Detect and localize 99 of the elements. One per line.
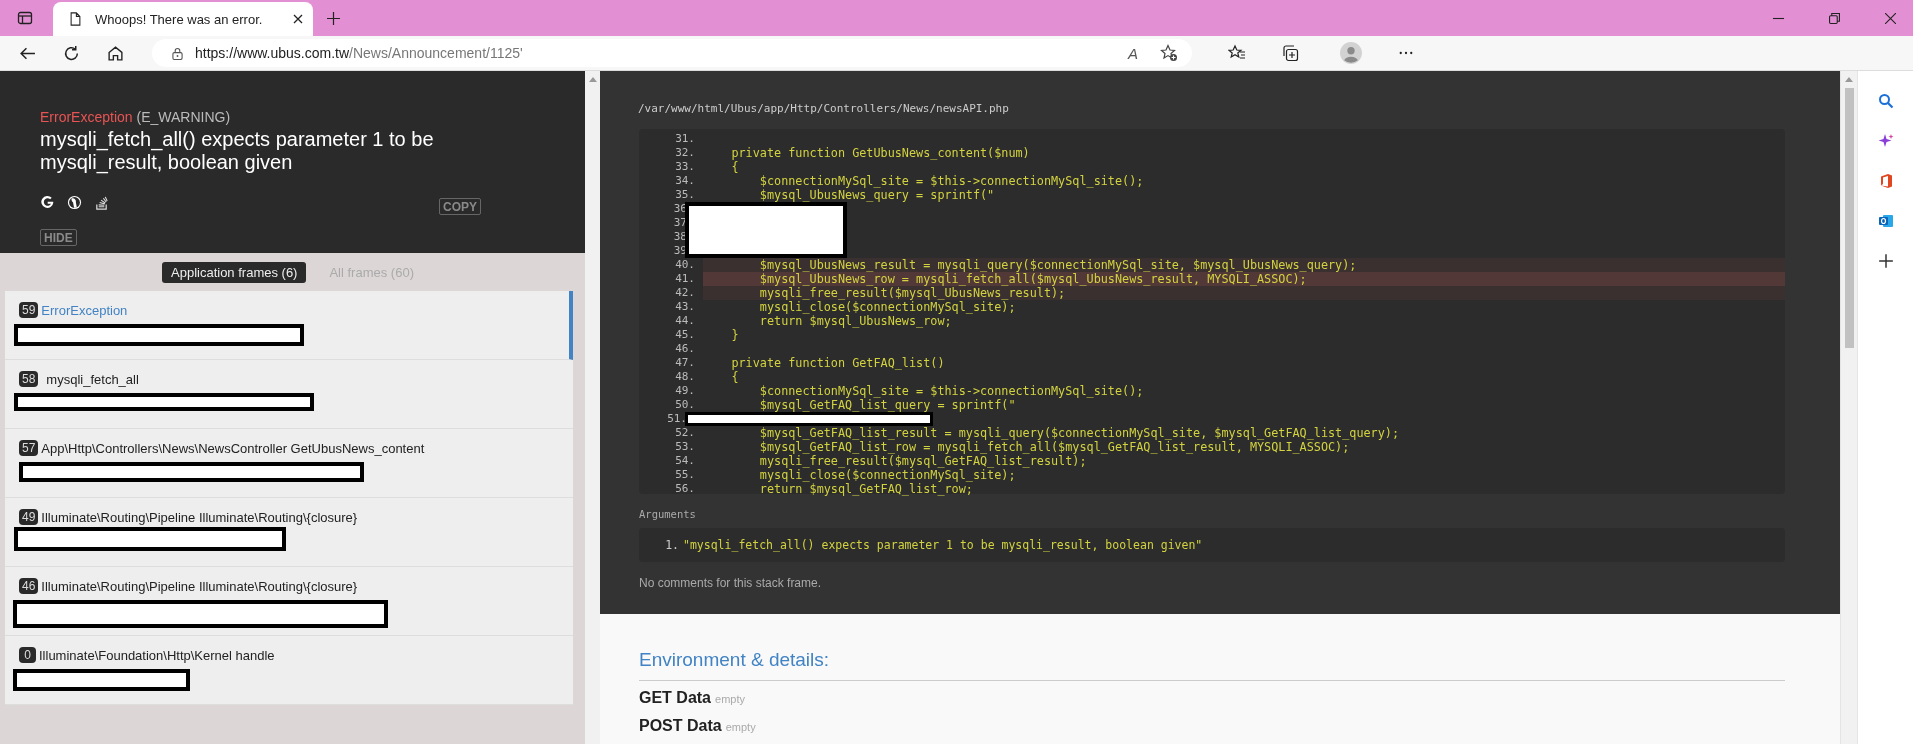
code-line: mysqli_close($connectionMySql_site);	[758, 300, 1017, 314]
read-aloud-icon[interactable]: A	[1128, 44, 1138, 62]
code-line: $connectionMySql_site = $this->connectionMySql_site();	[758, 174, 1145, 188]
frame-index: 49	[19, 509, 39, 525]
frame-index: 0	[19, 647, 36, 663]
empty-note: empty	[715, 693, 745, 705]
argument-index: 1.	[664, 538, 679, 552]
code-line: $mysql_GetFAQ_list_result = mysqli_query($connectionMySql_site, $mysql_GetFAQ_list_query);	[758, 426, 1401, 440]
code-line: {	[730, 160, 740, 174]
line-number: 32.	[674, 146, 696, 160]
line-number: 51.	[666, 412, 688, 426]
section-heading: Environment & details:	[639, 649, 1785, 681]
scrollbar[interactable]	[585, 71, 600, 744]
stack-frame[interactable]: 0 Illuminate\Foundation\Http\Kernel handle	[5, 636, 573, 705]
line-number: 31.	[674, 132, 696, 146]
line-number: 55.	[674, 468, 696, 482]
browser-tab[interactable]: Whoops! There was an error.	[53, 2, 313, 36]
line-number: 47.	[674, 356, 696, 370]
exception-message: mysqli_fetch_all() expects parameter 1 to be mysqli_result, boolean given	[40, 128, 435, 174]
line-number: 34.	[674, 174, 696, 188]
collections-icon[interactable]	[1282, 44, 1300, 62]
line-number: 44.	[674, 314, 696, 328]
stack-frame[interactable]: 57 App\Http\Controllers\News\NewsController GetUbusNews_content	[5, 429, 573, 498]
tab-title: Whoops! There was an error.	[95, 11, 264, 27]
hide-button[interactable]: HIDE	[40, 229, 77, 246]
line-number: 54.	[674, 454, 696, 468]
line-number: 35.	[674, 188, 696, 202]
stack-icon[interactable]	[94, 195, 109, 210]
code-line: $connectionMySql_site = $this->connectionMySql_site();	[758, 384, 1145, 398]
copy-button[interactable]: COPY	[439, 198, 481, 215]
comments-text: No comments for this stack frame.	[639, 576, 823, 590]
code-line: private function GetFAQ_list()	[730, 356, 946, 370]
frame-title: mysqli_fetch_all	[46, 371, 139, 387]
line-number: 43.	[674, 300, 696, 314]
line-number: 42.	[674, 286, 696, 300]
empty-note: empty	[725, 721, 756, 733]
mail-icon[interactable]	[1877, 213, 1894, 229]
new-tab-icon[interactable]	[327, 12, 340, 25]
frame-title: Illuminate\Routing\Pipeline Illuminate\Routing\{closure}	[41, 578, 358, 594]
code-line: {	[730, 370, 740, 384]
line-number: 56.	[674, 482, 696, 496]
refresh-icon[interactable]	[63, 44, 80, 62]
close-icon[interactable]	[1885, 13, 1896, 24]
lock-icon	[172, 46, 183, 60]
frames-tab[interactable]: Application frames (6)	[162, 261, 307, 283]
url-text: https://www.ubus.com.tw/News/Announcement/1125'	[195, 45, 523, 61]
close-icon[interactable]	[293, 14, 303, 24]
code-line: $mysql_GetFAQ_list_row = mysqli_fetch_all($mysql_GetFAQ_list_result, MYSQLI_ASSOC);	[758, 440, 1351, 454]
code-line: $mysql_GetFAQ_list_query = sprintf("	[758, 398, 1017, 412]
add-icon[interactable]	[1877, 253, 1894, 269]
line-number: 48.	[674, 370, 696, 384]
file-path: /var/www/html/Ubus/app/Http/Controllers/News/newsAPI.php	[638, 101, 1010, 117]
stack-frame[interactable]: 59 ErrorException	[5, 291, 573, 360]
frame-index: 59	[19, 302, 39, 318]
code-line: mysqli_close($connectionMySql_site);	[758, 468, 1017, 482]
code-line: return $mysql_GetFAQ_list_row;	[758, 482, 974, 496]
stack-frame[interactable]: 49 Illuminate\Routing\Pipeline Illuminate\Routing\{closure}	[5, 498, 573, 567]
line-number: 50.	[674, 398, 696, 412]
code-line: }	[730, 328, 740, 342]
frame-index: 46	[19, 578, 39, 594]
home-icon[interactable]	[107, 44, 124, 62]
line-number: 46.	[674, 342, 696, 356]
line-number: 40.	[674, 258, 696, 272]
data-label: POST Data	[639, 717, 722, 735]
argument-value: "mysqli_fetch_all() expects parameter 1 to be mysqli_result, boolean given"	[683, 538, 1203, 552]
line-number: 53.	[674, 440, 696, 454]
frame-index: 58	[19, 371, 39, 387]
line-number: 33.	[674, 160, 696, 174]
scroll-thumb[interactable]	[1844, 88, 1854, 348]
frame-title: Illuminate\Foundation\Http\Kernel handle	[39, 647, 275, 663]
stack-frame[interactable]: 46 Illuminate\Routing\Pipeline Illuminate\Routing\{closure}	[5, 567, 573, 636]
favorites-icon[interactable]	[1228, 44, 1246, 62]
g-icon[interactable]	[40, 195, 55, 210]
more-icon[interactable]	[1399, 51, 1413, 55]
address-bar[interactable]: https://www.ubus.com.tw/News/Announcement/1125' A	[152, 39, 1192, 67]
search-icon[interactable]	[1877, 93, 1894, 109]
profile-avatar[interactable]	[1340, 42, 1362, 64]
frame-index: 57	[19, 440, 39, 456]
data-label: GET Data	[639, 689, 711, 707]
frame-title: Illuminate\Routing\Pipeline Illuminate\Routing\{closure}	[41, 509, 358, 525]
exception-code: (E_WARNING)	[136, 109, 231, 125]
document-icon	[70, 12, 81, 26]
stack-frame[interactable]: 58 mysqli_fetch_all	[5, 360, 573, 429]
sidebar-icon[interactable]	[17, 10, 33, 26]
line-number: 52.	[674, 426, 696, 440]
exception-class: ErrorException	[40, 109, 133, 125]
line-number: 49.	[674, 384, 696, 398]
scrollbar[interactable]	[1840, 71, 1857, 744]
code-line: return $mysql_UbusNews_row;	[758, 314, 953, 328]
line-number: 45.	[674, 328, 696, 342]
frame-title: ErrorException	[41, 302, 128, 318]
restore-icon[interactable]	[1829, 13, 1840, 24]
line-number: 41.	[674, 272, 696, 286]
code-line: $mysql_UbusNews_query = sprintf("	[758, 188, 996, 202]
code-line: mysqli_free_result($mysql_GetFAQ_list_result);	[758, 454, 1088, 468]
frame-title: App\Http\Controllers\News\NewsController GetUbusNews_content	[41, 440, 425, 456]
add-favorite-icon[interactable]	[1160, 44, 1178, 62]
code-line: private function GetUbusNews_content($num)	[730, 146, 1031, 160]
arguments-label: Arguments	[639, 507, 697, 522]
